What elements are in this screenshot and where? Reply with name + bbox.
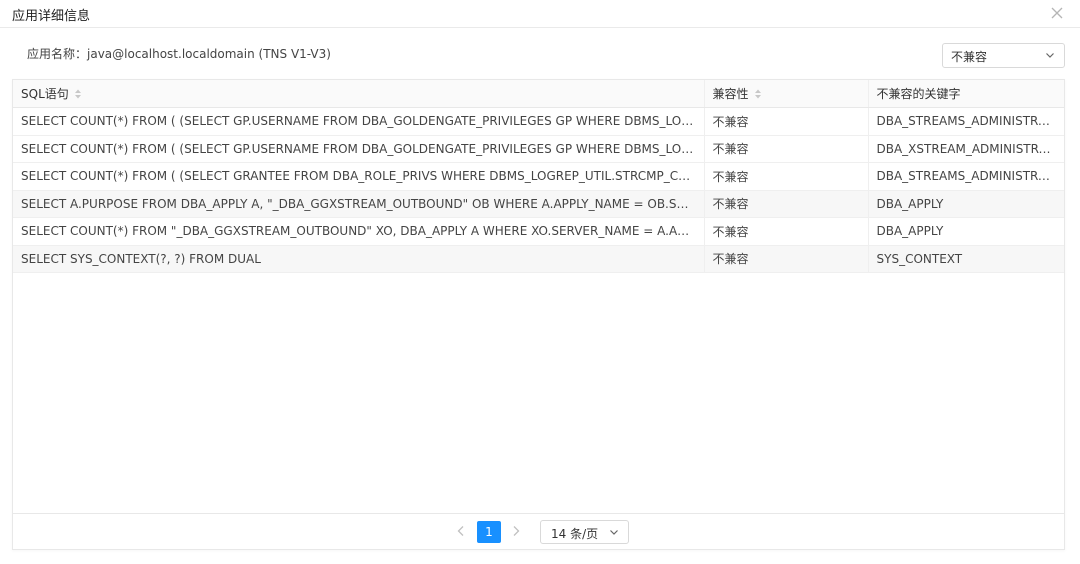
app-name-label: 应用名称：java@localhost.localdomain (TNS V1-… [27,47,331,61]
keyword-cell: DBA_APPLY [867,217,1064,246]
compatibility-filter-value: 不兼容 [951,50,988,64]
sql-detail-table: SQL语句 兼容性 不兼容的关键字 SELECT COUNT(*) FROM (… [12,79,1065,550]
column-header-sql[interactable]: SQL语句 [13,80,704,108]
table-row[interactable]: SELECT A.PURPOSE FROM DBA_APPLY A, "_DBA… [13,190,1064,218]
keyword-cell: DBA_STREAMS_ADMINISTRATOR [867,107,1064,136]
sort-icon[interactable] [754,88,762,99]
sort-icon[interactable] [74,88,82,99]
compat-cell: 不兼容 [703,107,868,136]
table-row[interactable]: SELECT COUNT(*) FROM ( (SELECT GP.USERNA… [13,107,1064,136]
table-row[interactable]: SELECT COUNT(*) FROM "_DBA_GGXSTREAM_OUT… [13,217,1064,246]
sql-cell: SELECT SYS_CONTEXT(?, ?) FROM DUAL [13,245,704,273]
table-row[interactable]: SELECT COUNT(*) FROM ( (SELECT GRANTEE F… [13,162,1064,191]
compat-cell: 不兼容 [703,190,868,218]
dialog-title: 应用详细信息 [12,9,91,24]
keyword-cell: SYS_CONTEXT [867,245,1064,273]
dialog-header: 应用详细信息 [0,0,1080,28]
compat-cell: 不兼容 [703,245,868,273]
column-header-keyword: 不兼容的关键字 [867,80,1064,108]
table-row[interactable]: SELECT SYS_CONTEXT(?, ?) FROM DUAL 不兼容 S… [13,245,1064,273]
keyword-cell: DBA_STREAMS_ADMINISTRATOR [867,162,1064,191]
page-size-select[interactable]: 14 条/页 [540,520,629,544]
page-size-value: 14 条/页 [551,527,599,541]
compatibility-filter-select[interactable]: 不兼容 [942,43,1065,68]
keyword-cell: DBA_APPLY [867,190,1064,218]
sql-cell: SELECT A.PURPOSE FROM DBA_APPLY A, "_DBA… [13,190,704,218]
chevron-left-icon[interactable] [454,523,468,539]
chevron-right-icon[interactable] [509,523,523,539]
compat-cell: 不兼容 [703,135,868,163]
compat-cell: 不兼容 [703,217,868,246]
close-icon[interactable] [1048,4,1066,22]
sql-cell: SELECT COUNT(*) FROM ( (SELECT GP.USERNA… [13,135,704,163]
sql-cell: SELECT COUNT(*) FROM "_DBA_GGXSTREAM_OUT… [13,217,704,246]
table-row[interactable]: SELECT COUNT(*) FROM ( (SELECT GP.USERNA… [13,135,1064,163]
compat-cell: 不兼容 [703,162,868,191]
sql-cell: SELECT COUNT(*) FROM ( (SELECT GP.USERNA… [13,107,704,136]
pagination: 1 14 条/页 [13,513,1064,549]
keyword-cell: DBA_XSTREAM_ADMINISTRATOR [867,135,1064,163]
chevron-down-icon [1044,49,1056,61]
column-header-compat[interactable]: 兼容性 [703,80,868,108]
sql-cell: SELECT COUNT(*) FROM ( (SELECT GRANTEE F… [13,162,704,191]
chevron-down-icon [608,526,620,538]
table-header-row: SQL语句 兼容性 不兼容的关键字 [13,80,1064,108]
page-number-button[interactable]: 1 [477,521,501,543]
